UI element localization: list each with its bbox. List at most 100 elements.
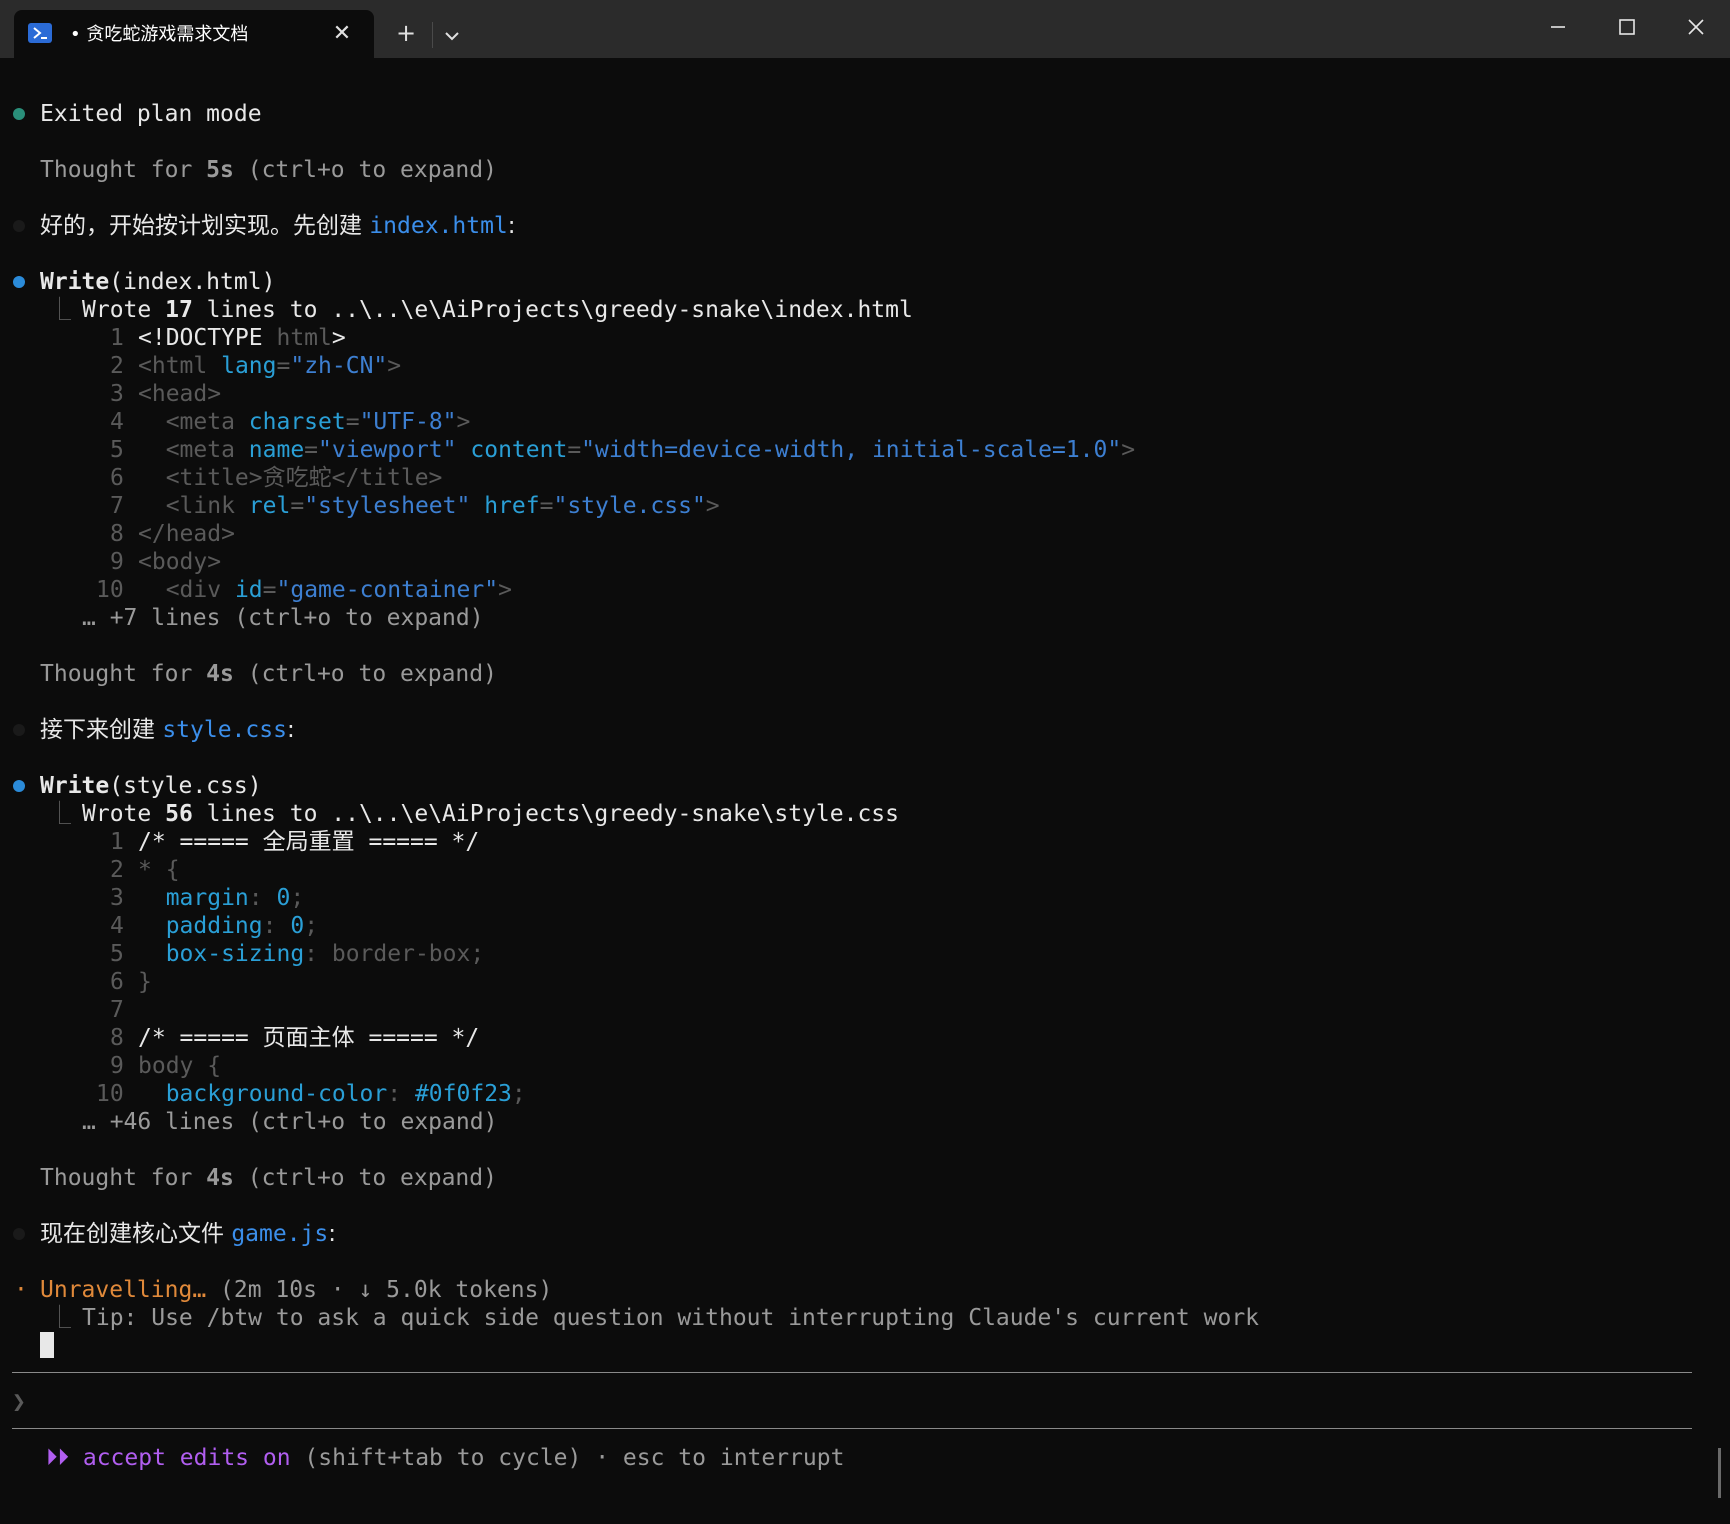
wrote-prefix: Wrote	[82, 801, 166, 827]
tree-branch: ⎿	[48, 801, 71, 827]
code-token: ;	[511, 1081, 526, 1107]
code-token: :	[262, 913, 291, 939]
line-number: 4	[110, 913, 124, 939]
code-token: <meta	[138, 409, 249, 435]
code-line: box-sizing: border-box;	[138, 940, 485, 968]
collapsed-lines[interactable]: … +46 lines (ctrl+o to expand)	[82, 1108, 497, 1136]
input-bottom-divider	[12, 1428, 1692, 1429]
spinner-icon: ·	[14, 1277, 28, 1303]
code-token: "zh-CN"	[290, 353, 388, 379]
code-token: box-sizing	[138, 941, 305, 967]
code-token: =	[345, 409, 360, 435]
assistant-message: 接下来创建 style.css:	[40, 716, 295, 744]
line-number: 9	[110, 549, 124, 575]
message-bullet	[13, 1228, 25, 1240]
mode-label[interactable]: accept edits on	[83, 1445, 291, 1471]
tool-name: Write	[40, 773, 110, 799]
close-window-icon[interactable]	[1673, 12, 1719, 48]
code-token: <!DOCTYPE	[138, 325, 277, 351]
plus-icon[interactable]: +	[386, 18, 426, 48]
code-token: <meta	[138, 437, 249, 463]
write-tool-call: Write(index.html)	[40, 268, 275, 296]
line-number: 9	[110, 1053, 124, 1079]
line-number: 2	[110, 353, 124, 379]
tool-bullet-blue	[13, 276, 25, 288]
title-bar: • 贪吃蛇游戏需求文档 ✕ +	[0, 0, 1730, 58]
tab-title: • 贪吃蛇游戏需求文档	[70, 24, 249, 45]
wrote-path: lines to ..\..\e\AiProjects\greedy-snake…	[192, 801, 900, 827]
code-token: "style.css"	[553, 493, 706, 519]
code-line: <!DOCTYPE html>	[138, 324, 346, 352]
code-token: content	[470, 437, 568, 463]
code-line: <head>	[138, 381, 222, 407]
wrote-prefix: Wrote	[82, 297, 166, 323]
code-token: <html	[138, 353, 222, 379]
code-line: <body>	[138, 549, 222, 575]
thought-duration: 5s	[206, 157, 234, 183]
code-token: id	[234, 577, 263, 603]
line-number: 3	[110, 381, 124, 407]
thought-duration: 4s	[206, 1165, 234, 1191]
code-token: >	[456, 409, 471, 435]
message-tail: :	[286, 717, 295, 743]
code-line: padding: 0;	[138, 912, 318, 940]
assistant-message: 现在创建核心文件 game.js:	[40, 1220, 336, 1248]
code-token: 0	[276, 885, 291, 911]
code-line: /* ===== 页面主体 ===== */	[138, 1025, 480, 1051]
code-token: padding	[138, 913, 263, 939]
input-top-divider	[12, 1372, 1692, 1373]
code-line: <meta name="viewport" content="width=dev…	[138, 436, 1135, 464]
code-token: =	[567, 437, 582, 463]
tip-line: Tip: Use /btw to ask a quick side questi…	[82, 1305, 1260, 1331]
text-cursor[interactable]	[40, 1332, 54, 1358]
code-line: }	[138, 969, 152, 995]
code-line: margin: 0;	[138, 884, 305, 912]
line-count: 17	[165, 297, 193, 323]
code-token: >	[1121, 437, 1136, 463]
close-icon[interactable]: ✕	[330, 22, 354, 46]
scrollbar[interactable]	[1718, 1448, 1721, 1498]
tool-name: Write	[40, 269, 110, 295]
thought-line: Thought for 4s (ctrl+o to expand)	[40, 1164, 497, 1192]
line-number: 4	[110, 409, 124, 435]
line-number: 1	[110, 325, 124, 351]
maximize-icon[interactable]	[1604, 12, 1650, 48]
code-token: rel	[248, 493, 291, 519]
code-token: "width=device-width, initial-scale=1.0"	[581, 437, 1122, 463]
message-tail: :	[507, 213, 516, 239]
minimize-icon[interactable]	[1535, 12, 1581, 48]
code-token: :	[387, 1081, 415, 1107]
tool-bullet-blue	[13, 780, 25, 792]
collapsed-lines[interactable]: … +7 lines (ctrl+o to expand)	[82, 604, 484, 632]
message-text: 现在创建核心文件	[40, 1221, 232, 1247]
line-number: 5	[110, 941, 124, 967]
message-text: 好的，开始按计划实现。先创建	[40, 213, 370, 239]
mode-arrows-icon: ⏵⏵	[46, 1445, 69, 1471]
chevron-down-icon[interactable]	[432, 18, 472, 48]
thought-suffix: (ctrl+o to expand)	[233, 1165, 497, 1191]
message-text: 接下来创建	[40, 717, 163, 743]
code-line: </head>	[138, 521, 235, 547]
file-name: style.css	[162, 717, 287, 743]
code-token: lang	[221, 353, 277, 379]
line-number: 3	[110, 885, 124, 911]
status-word: Unravelling…	[40, 1277, 207, 1303]
code-token: =	[276, 353, 291, 379]
code-token: >	[498, 577, 512, 603]
code-token: <div	[138, 577, 235, 603]
mode-line: ⏵⏵ accept edits on (shift+tab to cycle) …	[46, 1444, 844, 1472]
code-token: >	[331, 325, 346, 351]
code-line: <link rel="stylesheet" href="style.css">	[138, 492, 720, 520]
code-line: <div id="game-container">	[138, 576, 512, 604]
line-number: 8	[110, 521, 124, 547]
code-token: "UTF-8"	[359, 409, 457, 435]
terminal-tab[interactable]: • 贪吃蛇游戏需求文档 ✕	[14, 10, 374, 58]
code-line: <title>贪吃蛇</title>	[138, 465, 443, 491]
message-bullet	[13, 724, 25, 736]
write-tool-call: Write(style.css)	[40, 772, 262, 800]
code-token: margin	[138, 885, 249, 911]
line-number: 5	[110, 437, 124, 463]
code-token: 0	[290, 913, 305, 939]
tree-branch: ⎿	[48, 1305, 71, 1331]
